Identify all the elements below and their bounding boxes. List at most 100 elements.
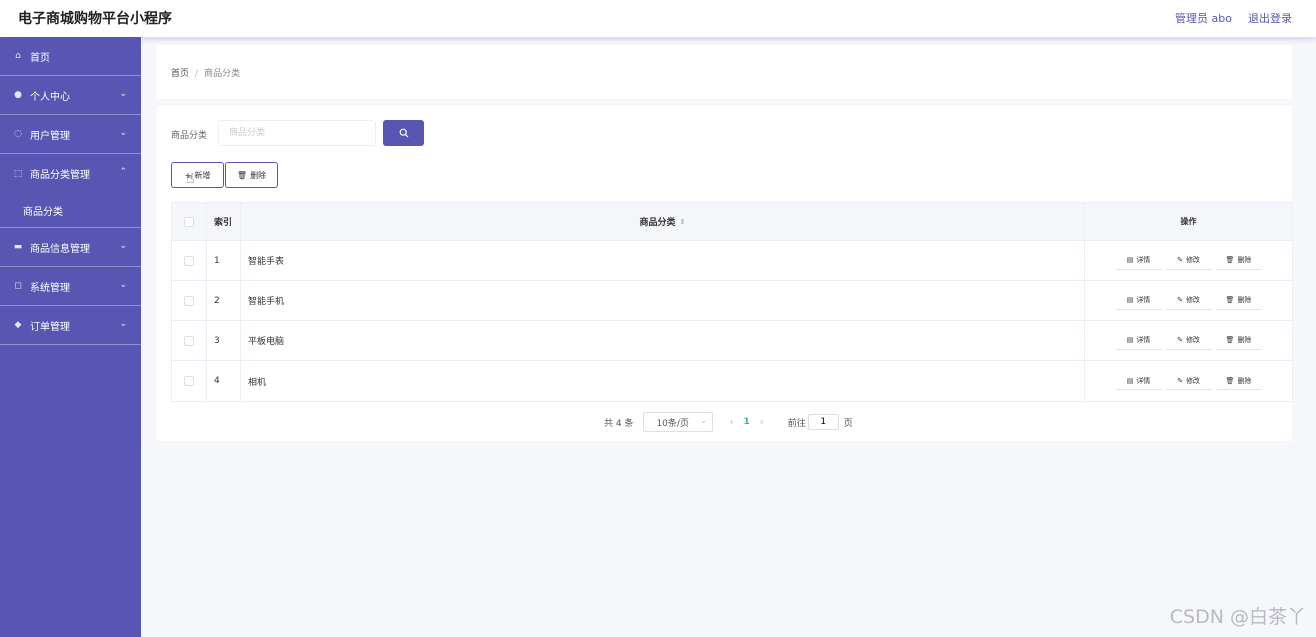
row-category-name: 相机 — [241, 361, 1085, 401]
delete-button[interactable]: 🗑 删除 — [1215, 331, 1262, 350]
sidebar-item-user-management[interactable]: ◌ 用户管理 ⌄ — [0, 115, 141, 154]
main-panel: 商品分类 + 新增 🗑 删除 索引 商品分类 ⇕ 操作 1 智能手表 — [157, 106, 1293, 441]
pencil-icon: ✎ — [1177, 296, 1183, 304]
trash-icon: 🗑 — [1225, 376, 1235, 385]
row-checkbox[interactable] — [184, 255, 194, 266]
row-actions: ▤ 详情 ✎ 修改 🗑 删除 — [1085, 241, 1292, 280]
delete-button[interactable]: 🗑 删除 — [1215, 291, 1262, 310]
row-checkbox[interactable] — [184, 376, 194, 386]
top-right-links: 管理员 abo 退出登录 — [1175, 10, 1292, 26]
table-row: 2 智能手机 ▤ 详情 ✎ 修改 🗑 删除 — [172, 281, 1292, 321]
search-button[interactable] — [383, 120, 424, 146]
search-icon — [399, 128, 408, 138]
pagination-total: 共 4 条 — [604, 418, 634, 429]
detail-button[interactable]: ▤ 详情 — [1115, 291, 1162, 310]
chevron-up-icon: ⌃ — [119, 167, 127, 177]
row-checkbox[interactable] — [184, 295, 194, 306]
row-index: 3 — [207, 321, 241, 360]
sidebar: ⌂ 首页 ● 个人中心 ⌄ ◌ 用户管理 ⌄ ⬚ 商品分类管理 ⌃ 商品分类 ▬… — [0, 37, 141, 637]
edit-button[interactable]: ✎ 修改 — [1165, 372, 1212, 390]
chevron-down-icon: ⌄ — [700, 417, 707, 425]
sidebar-subitem-label: 商品分类 — [23, 206, 63, 218]
chevron-down-icon: ⌄ — [119, 280, 127, 290]
detail-button[interactable]: ▤ 详情 — [1115, 251, 1162, 270]
pagination: 共 4 条 10条/页 ⌄ ‹ 1 › 前往 页 — [604, 412, 853, 432]
breadcrumb-home[interactable]: 首页 — [171, 69, 189, 79]
trash-icon: 🗑 — [1225, 296, 1235, 304]
sidebar-item-label: 用户管理 — [30, 130, 70, 142]
sidebar-subitem-category[interactable]: 商品分类 — [0, 193, 141, 228]
search-input[interactable] — [218, 120, 376, 146]
next-page-button[interactable]: › — [760, 417, 764, 428]
trash-icon: 🗑 — [236, 170, 248, 180]
delete-label: 删除 — [1237, 296, 1252, 304]
mouse-pointer-icon: ☝ — [186, 171, 195, 187]
sidebar-item-category-management[interactable]: ⬚ 商品分类管理 ⌃ — [0, 154, 141, 193]
header-category[interactable]: 商品分类 ⇕ — [241, 203, 1085, 240]
edit-label: 修改 — [1185, 256, 1200, 264]
row-index: 1 — [207, 241, 241, 280]
page-size-value: 10条/页 — [656, 418, 689, 429]
breadcrumb-separator: / — [195, 69, 199, 79]
product-icon: ▬ — [13, 242, 23, 252]
edit-label: 修改 — [1185, 296, 1200, 304]
add-button[interactable]: + 新增 — [171, 162, 224, 188]
table-row: 1 智能手表 ▤ 详情 ✎ 修改 🗑 删除 — [172, 241, 1292, 281]
header-checkbox-cell — [172, 203, 207, 240]
pencil-icon: ✎ — [1177, 256, 1183, 264]
header-index: 索引 — [207, 203, 241, 240]
row-index: 2 — [207, 281, 241, 320]
detail-button[interactable]: ▤ 详情 — [1115, 372, 1162, 390]
sidebar-item-label: 首页 — [30, 52, 50, 64]
search-label: 商品分类 — [171, 131, 208, 141]
top-bar: 电子商城购物平台小程序 管理员 abo 退出登录 — [0, 0, 1316, 37]
order-icon: ◆ — [14, 320, 22, 330]
home-icon: ⌂ — [15, 51, 21, 61]
sidebar-item-product-management[interactable]: ▬ 商品信息管理 ⌄ — [0, 228, 141, 267]
row-checkbox-cell — [172, 281, 207, 320]
admin-user-label[interactable]: 管理员 abo — [1175, 10, 1232, 26]
sidebar-item-personal-center[interactable]: ● 个人中心 ⌄ — [0, 76, 141, 115]
select-all-checkbox[interactable] — [184, 216, 194, 227]
logout-link[interactable]: 退出登录 — [1248, 10, 1292, 26]
edit-label: 修改 — [1185, 336, 1200, 344]
edit-button[interactable]: ✎ 修改 — [1165, 251, 1212, 270]
detail-label: 详情 — [1136, 376, 1151, 385]
sidebar-item-system-management[interactable]: ◻ 系统管理 ⌄ — [0, 267, 141, 306]
delete-label: 删除 — [1237, 256, 1252, 264]
prev-page-button[interactable]: ‹ — [729, 417, 733, 428]
system-icon: ◻ — [14, 281, 22, 291]
detail-label: 详情 — [1136, 256, 1151, 264]
sidebar-item-label: 个人中心 — [30, 91, 70, 103]
trash-icon: 🗑 — [1225, 336, 1235, 344]
trash-icon: 🗑 — [1225, 256, 1235, 264]
sidebar-item-order-management[interactable]: ◆ 订单管理 ⌄ — [0, 306, 141, 345]
header-category-label: 商品分类 — [639, 218, 676, 228]
delete-button[interactable]: 🗑 删除 — [1215, 372, 1262, 390]
detail-label: 详情 — [1136, 296, 1151, 304]
current-page[interactable]: 1 — [743, 417, 749, 427]
sort-icon[interactable]: ⇕ — [680, 218, 686, 226]
detail-button[interactable]: ▤ 详情 — [1115, 331, 1162, 350]
user-icon: ● — [14, 90, 22, 100]
chevron-down-icon: ⌄ — [119, 128, 127, 138]
row-category-name: 智能手机 — [241, 281, 1085, 320]
pencil-icon: ✎ — [1177, 336, 1183, 344]
document-icon: ▤ — [1126, 336, 1134, 344]
chevron-down-icon: ⌄ — [119, 319, 127, 329]
page-size-select[interactable]: 10条/页 ⌄ — [643, 412, 714, 432]
row-category-name: 平板电脑 — [241, 321, 1085, 360]
edit-button[interactable]: ✎ 修改 — [1165, 331, 1212, 350]
batch-delete-button[interactable]: 🗑 删除 — [225, 162, 278, 188]
edit-button[interactable]: ✎ 修改 — [1165, 291, 1212, 310]
sidebar-item-home[interactable]: ⌂ 首页 — [0, 37, 141, 76]
breadcrumb: 首页 / 商品分类 — [171, 66, 240, 79]
pencil-icon: ✎ — [1177, 376, 1183, 385]
row-actions: ▤ 详情 ✎ 修改 🗑 删除 — [1085, 321, 1292, 360]
watermark: CSDN @白茶丫 — [1169, 606, 1306, 628]
row-category-name: 智能手表 — [241, 241, 1085, 280]
batch-delete-label: 删除 — [250, 170, 267, 180]
goto-page-input[interactable] — [807, 414, 839, 430]
row-checkbox[interactable] — [184, 335, 194, 346]
delete-button[interactable]: 🗑 删除 — [1215, 251, 1262, 270]
